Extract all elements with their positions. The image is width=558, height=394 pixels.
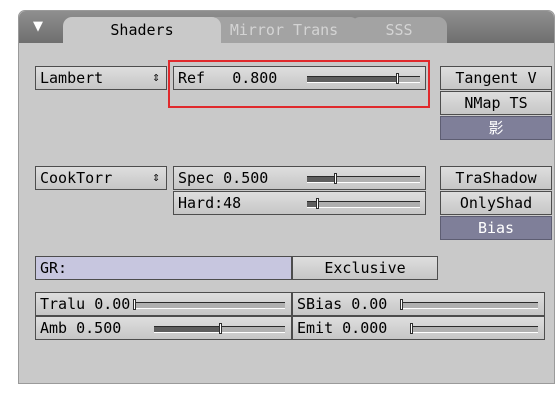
- spec-label: Spec: [178, 169, 215, 187]
- emit-slider[interactable]: Emit 0.000: [292, 316, 545, 340]
- emit-label: Emit: [297, 319, 334, 337]
- specular-shader-label: CookTorr: [40, 169, 113, 187]
- tralu-label: Tralu: [40, 295, 86, 313]
- group-field[interactable]: GR:: [35, 256, 292, 280]
- amb-slider-track: [154, 323, 285, 334]
- diffuse-shader-label: Lambert: [40, 69, 104, 87]
- sbias-label: SBias: [297, 295, 343, 313]
- updown-arrows-icon: ⇕: [152, 70, 160, 85]
- hard-slider[interactable]: Hard:48: [173, 191, 426, 215]
- spec-value: 0.500: [223, 169, 269, 187]
- tralu-slider-knob[interactable]: [133, 299, 136, 310]
- collapse-arrow-icon[interactable]: ▼: [29, 20, 47, 34]
- amb-label: Amb: [40, 319, 68, 337]
- panel-header: ▼ Shaders Mirror Trans SSS: [19, 11, 554, 43]
- spec-slider-track: [307, 173, 420, 184]
- spec-slider[interactable]: Spec 0.500: [173, 166, 426, 190]
- diffuse-shader-menu[interactable]: Lambert ⇕: [35, 66, 167, 90]
- bias-button[interactable]: Bias: [440, 216, 552, 240]
- updown-arrows-icon: ⇕: [152, 170, 160, 185]
- sbias-slider-track: [400, 299, 538, 310]
- group-label: GR:: [40, 259, 68, 277]
- hard-slider-knob[interactable]: [316, 198, 320, 209]
- tralu-slider-track: [133, 299, 285, 310]
- specular-shader-menu[interactable]: CookTorr ⇕: [35, 166, 167, 190]
- tab-sss[interactable]: SSS: [351, 17, 447, 43]
- shadow-button[interactable]: 影: [440, 116, 552, 140]
- tra-shadow-button[interactable]: TraShadow: [440, 166, 552, 190]
- amb-slider[interactable]: Amb 0.500: [35, 316, 292, 340]
- selection-highlight: [168, 60, 430, 108]
- nmap-ts-button[interactable]: NMap TS: [440, 91, 552, 115]
- hard-slider-track: [307, 198, 420, 209]
- tab-mirror-trans[interactable]: Mirror Trans: [209, 17, 359, 43]
- emit-slider-knob[interactable]: [410, 323, 413, 334]
- tralu-slider[interactable]: Tralu 0.00: [35, 292, 292, 316]
- emit-value: 0.000: [342, 319, 388, 337]
- amb-slider-fill: [154, 327, 220, 332]
- sbias-slider[interactable]: SBias 0.00: [292, 292, 545, 316]
- spec-slider-knob[interactable]: [334, 173, 338, 184]
- amb-value: 0.500: [76, 319, 122, 337]
- amb-slider-knob[interactable]: [218, 323, 222, 334]
- emit-slider-track: [410, 323, 538, 334]
- only-shad-button[interactable]: OnlyShad: [440, 191, 552, 215]
- sbias-value: 0.00: [351, 295, 388, 313]
- exclusive-button[interactable]: Exclusive: [292, 256, 438, 280]
- hard-label: Hard:48: [178, 194, 242, 212]
- tab-shaders[interactable]: Shaders: [63, 17, 221, 43]
- tralu-value: 0.00: [94, 295, 131, 313]
- sbias-slider-knob[interactable]: [400, 299, 403, 310]
- tangent-v-button[interactable]: Tangent V: [440, 66, 552, 90]
- spec-slider-fill: [307, 177, 336, 182]
